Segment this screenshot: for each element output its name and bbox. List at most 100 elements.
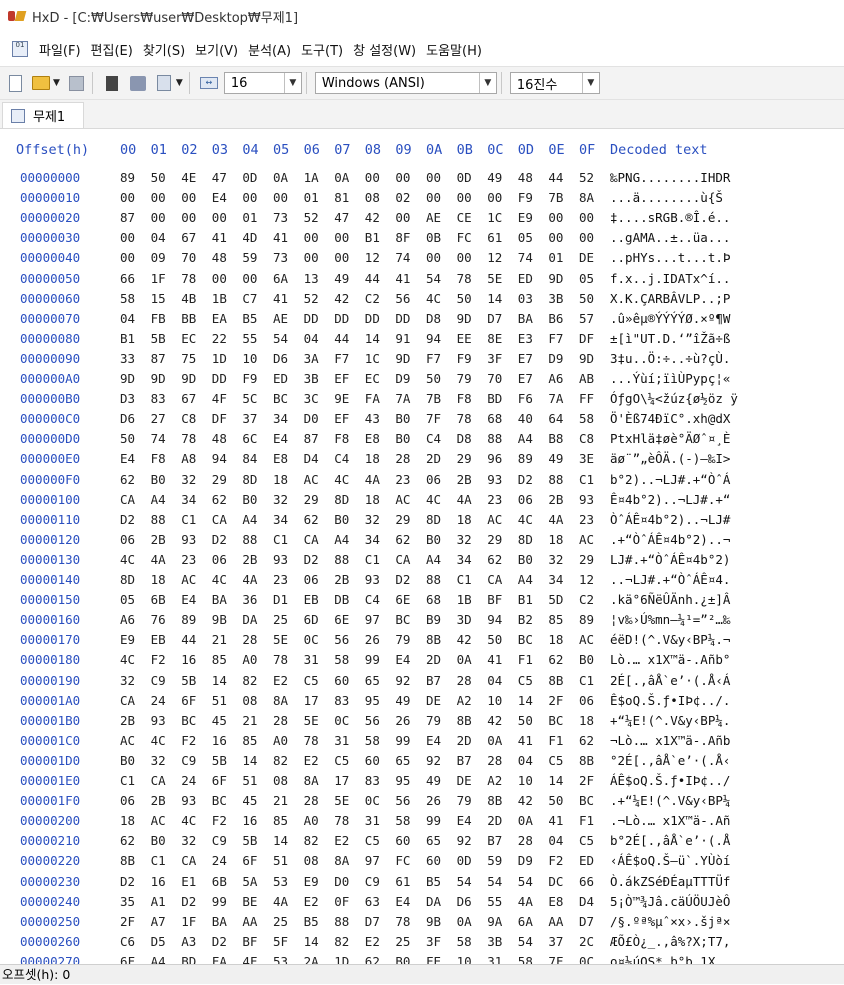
row-decoded-text[interactable]: ..¬LJ#.+“ÒˆÁÊ¤4.	[610, 572, 730, 587]
hex-byte[interactable]: 8A	[304, 773, 319, 788]
hex-byte[interactable]: A0	[242, 652, 257, 667]
hex-byte[interactable]: 4C	[151, 733, 166, 748]
hex-row[interactable]: 00000170 E9 EB 44 21 28 5E 0C 56 26 79 8B 42 50 BC 18 AC…	[0, 632, 844, 652]
hex-byte[interactable]: BC	[548, 713, 563, 728]
hex-byte[interactable]: B1	[365, 230, 380, 245]
hex-byte[interactable]: 58	[457, 934, 472, 949]
hex-byte[interactable]: 56	[365, 713, 380, 728]
hex-row[interactable]: 000001B0 2B 93 BC 45 21 28 5E 0C 56 26 79 8B 42 50 BC 18…	[0, 713, 844, 733]
hex-byte[interactable]: 0A	[487, 733, 502, 748]
hex-byte[interactable]: 04	[304, 331, 319, 346]
hex-byte[interactable]: 79	[395, 632, 410, 647]
hex-row[interactable]: 000000E0 E4 F8 A8 94 84 E8 D4 C4 18 28 2D 29 96 89 49 3E…	[0, 451, 844, 471]
hex-byte[interactable]: 06	[579, 693, 594, 708]
row-decoded-text[interactable]: PtxHlä‡øè°ÄØˆ¤¸È	[610, 431, 730, 446]
hex-byte[interactable]: 89	[579, 612, 594, 627]
hex-byte[interactable]: 4A	[273, 894, 288, 909]
hex-row[interactable]: 000000D0 50 74 78 48 6C E4 87 F8 E8 B0 C4 D8 88 A4 B8 C8…	[0, 431, 844, 451]
hex-byte[interactable]: 5E	[487, 271, 502, 286]
hex-byte[interactable]: 56	[334, 632, 349, 647]
hex-byte[interactable]: 4C	[334, 472, 349, 487]
row-decoded-text[interactable]: f.x..j.IDATx^í..	[610, 271, 730, 286]
hex-byte[interactable]: 58	[579, 411, 594, 426]
hex-byte[interactable]: 1B	[457, 592, 472, 607]
hex-row[interactable]: 000001A0 CA 24 6F 51 08 8A 17 83 95 49 DE A2 10 14 2F 06…	[0, 693, 844, 713]
menu-search[interactable]: 찾기(S)	[138, 40, 190, 59]
hex-byte[interactable]: C1	[457, 572, 472, 587]
hex-byte[interactable]: 3B	[487, 934, 502, 949]
hex-byte[interactable]: BD	[181, 954, 196, 964]
hex-byte[interactable]: C1	[365, 552, 380, 567]
hex-byte[interactable]: DA	[426, 894, 441, 909]
hex-byte[interactable]: DE	[426, 693, 441, 708]
hex-byte[interactable]: 28	[487, 753, 502, 768]
hex-row[interactable]: 00000190 32 C9 5B 14 82 E2 C5 60 65 92 B7 28 04 C5 8B C1…	[0, 673, 844, 693]
row-decoded-text[interactable]: o¤½úOS*.b°þ.1X..	[610, 954, 730, 964]
hex-byte[interactable]: 57	[579, 311, 594, 326]
hex-byte[interactable]: 88	[334, 914, 349, 929]
hex-byte[interactable]: E2	[273, 673, 288, 688]
hex-byte[interactable]: 44	[181, 632, 196, 647]
hex-byte[interactable]: 04	[548, 833, 563, 848]
hex-byte[interactable]: 00	[151, 190, 166, 205]
hex-byte[interactable]: 60	[395, 833, 410, 848]
hex-byte[interactable]: 5B	[212, 753, 227, 768]
hex-byte[interactable]: 79	[457, 371, 472, 386]
hex-byte[interactable]: 74	[151, 431, 166, 446]
hex-byte[interactable]: 83	[365, 773, 380, 788]
hex-byte[interactable]: 89	[181, 612, 196, 627]
hex-byte[interactable]: EC	[181, 331, 196, 346]
hex-byte[interactable]: 8B	[120, 853, 135, 868]
hex-byte[interactable]: 18	[548, 532, 563, 547]
hex-byte[interactable]: 5A	[242, 874, 257, 889]
hex-byte[interactable]: 0D	[242, 170, 257, 185]
hex-byte[interactable]: 17	[334, 773, 349, 788]
hex-byte[interactable]: D7	[579, 914, 594, 929]
hex-byte[interactable]: 93	[487, 472, 502, 487]
row-decoded-text[interactable]: 3‡u..Ö:÷..÷ù?çÙ.	[610, 351, 730, 366]
hex-byte[interactable]: 8D	[120, 572, 135, 587]
hex-byte[interactable]: 4C	[181, 813, 196, 828]
hex-byte[interactable]: 92	[457, 833, 472, 848]
hex-byte[interactable]: 89	[518, 451, 533, 466]
hex-byte[interactable]: B0	[395, 411, 410, 426]
hex-byte[interactable]: D2	[212, 934, 227, 949]
hex-byte[interactable]: 6E	[334, 612, 349, 627]
hex-byte[interactable]: 29	[579, 552, 594, 567]
hex-byte[interactable]: EA	[212, 311, 227, 326]
hex-byte[interactable]: 7F	[426, 411, 441, 426]
hex-byte[interactable]: 65	[395, 753, 410, 768]
hex-byte[interactable]: 62	[548, 652, 563, 667]
hex-byte[interactable]: A2	[457, 693, 472, 708]
hex-byte[interactable]: C5	[334, 753, 349, 768]
hex-byte[interactable]: B0	[151, 472, 166, 487]
hex-byte[interactable]: 26	[426, 793, 441, 808]
hex-byte[interactable]: 2D	[487, 813, 502, 828]
hex-byte[interactable]: 54	[273, 331, 288, 346]
hex-byte[interactable]: 18	[151, 572, 166, 587]
hex-row[interactable]: 00000200 18 AC 4C F2 16 85 A0 78 31 58 99 E4 2D 0A 41 F1…	[0, 813, 844, 833]
hex-byte[interactable]: 0F	[334, 894, 349, 909]
hex-byte[interactable]: 74	[518, 250, 533, 265]
hex-byte[interactable]: D7	[487, 311, 502, 326]
hex-byte[interactable]: 3F	[487, 351, 502, 366]
hex-byte[interactable]: 41	[273, 291, 288, 306]
hex-byte[interactable]: B7	[457, 753, 472, 768]
hex-byte[interactable]: 04	[518, 753, 533, 768]
hex-byte[interactable]: FA	[365, 391, 380, 406]
hex-byte[interactable]: BB	[181, 311, 196, 326]
hex-byte[interactable]: 45	[242, 793, 257, 808]
row-decoded-text[interactable]: Ò.ákZSéÐÉaµTTTÜf	[610, 874, 730, 889]
hex-byte[interactable]: FB	[151, 311, 166, 326]
hex-byte[interactable]: 54	[426, 271, 441, 286]
hex-row[interactable]: 00000150 05 6B E4 BA 36 D1 EB DB C4 6E 68 1B BF B1 5D C2…	[0, 592, 844, 612]
hex-byte[interactable]: BA	[518, 311, 533, 326]
hex-byte[interactable]: 4A	[242, 572, 257, 587]
hex-byte[interactable]: 03	[518, 291, 533, 306]
hex-byte[interactable]: D2	[120, 874, 135, 889]
hex-byte[interactable]: 88	[151, 512, 166, 527]
hex-byte[interactable]: 14	[212, 673, 227, 688]
hex-byte[interactable]: 1A	[304, 170, 319, 185]
hex-byte[interactable]: A4	[151, 954, 166, 964]
hex-byte[interactable]: C4	[365, 592, 380, 607]
